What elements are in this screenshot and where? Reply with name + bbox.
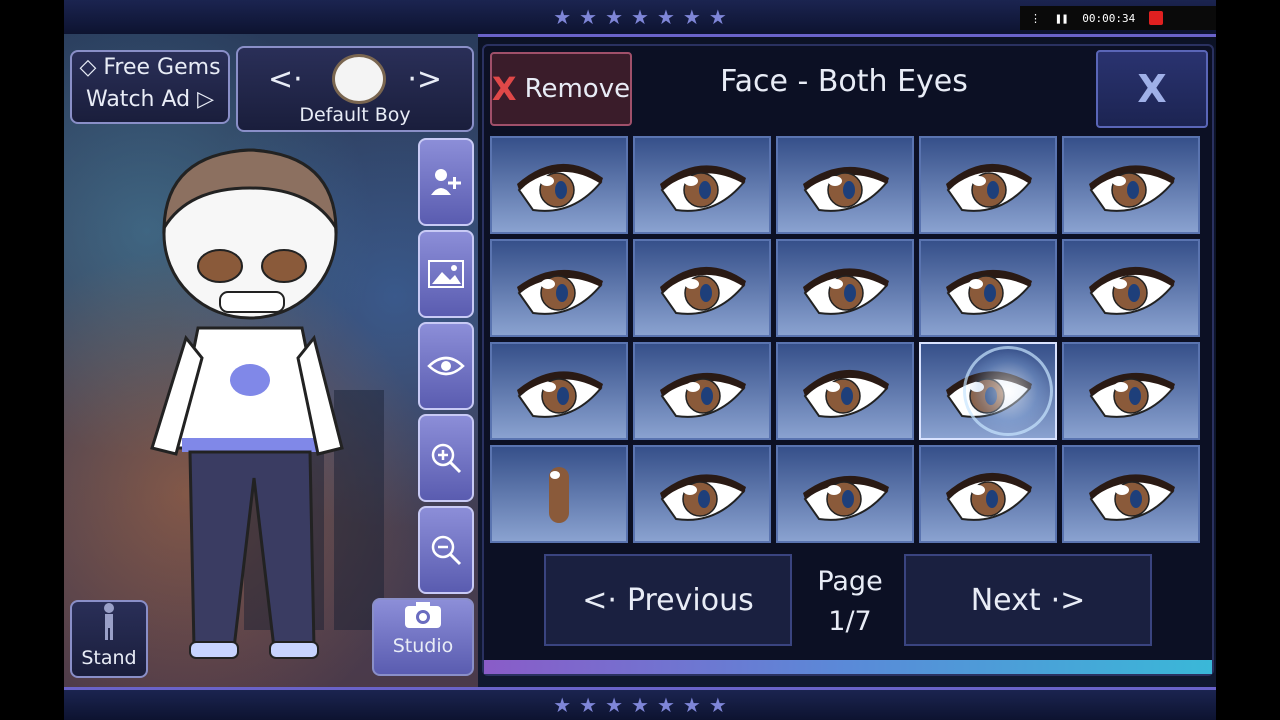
zoom-out-icon — [431, 535, 462, 566]
stand-pose-icon — [104, 603, 114, 640]
eye-style-icon — [1089, 372, 1175, 418]
camera-icon — [405, 602, 441, 628]
watch-ad-label: Watch Ad ▷ — [85, 87, 215, 112]
eye-option-tile[interactable] — [776, 445, 914, 543]
add-user-button[interactable] — [418, 138, 474, 226]
eye-style-icon — [803, 268, 889, 315]
eye-style-icon — [660, 165, 746, 212]
eye-style-icon — [660, 474, 746, 521]
page-label: Page — [817, 566, 883, 597]
eye-option-tile[interactable] — [919, 445, 1057, 543]
eye-style-icon — [946, 472, 1032, 521]
eye-style-icon — [803, 166, 889, 212]
character-figure[interactable] — [142, 148, 372, 668]
bottom-star-band: ★ ★ ★ ★ ★ ★ ★ — [64, 687, 1216, 720]
recorder-time: 00:00:34 — [1082, 11, 1136, 25]
eye-option-tile[interactable] — [919, 136, 1057, 234]
eye-option-tile[interactable] — [1062, 342, 1200, 440]
panel-header: X Remove Face - Both Eyes X — [484, 46, 1212, 130]
character-avatar — [332, 54, 386, 104]
eye-style-icon — [946, 269, 1032, 315]
remove-label: Remove — [524, 74, 631, 104]
character-selector: <· ·> Default Boy — [236, 46, 474, 132]
eye-style-icon — [517, 163, 603, 212]
panel-title: Face - Both Eyes — [720, 64, 968, 99]
eye-option-tile[interactable] — [633, 136, 771, 234]
chevron-right-icon: ·> — [1050, 582, 1086, 618]
eyes-selection-panel: X Remove Face - Both Eyes X <· Previous … — [482, 44, 1214, 676]
eye-style-icon — [946, 163, 1032, 212]
eye-option-tile[interactable] — [1062, 445, 1200, 543]
remove-x-icon: X — [491, 70, 517, 108]
eye-option-tile[interactable] — [633, 445, 771, 543]
eye-option-tile[interactable] — [633, 239, 771, 337]
eye-option-tile[interactable] — [490, 136, 628, 234]
eye-style-icon — [1089, 266, 1175, 315]
eye-option-tile[interactable] — [1062, 136, 1200, 234]
free-gems-button[interactable]: ◇ Free Gems Watch Ad ▷ — [70, 50, 230, 124]
previous-label: Previous — [626, 582, 754, 618]
eye-style-icon — [517, 269, 603, 315]
menu-dots-icon[interactable]: ⋮ — [1030, 12, 1041, 25]
stand-label: Stand — [81, 647, 137, 669]
eye-style-icon — [803, 475, 889, 521]
game-screen: ★ ★ ★ ★ ★ ★ ★ ⋮ ❚❚ 00:00:34 ◇ Free Gems Watch … — [64, 0, 1216, 720]
eye-style-icon — [660, 372, 746, 418]
eye-option-tile[interactable] — [776, 239, 914, 337]
zoom-out-button[interactable] — [418, 506, 474, 594]
studio-button[interactable]: Studio — [372, 598, 474, 676]
stand-button[interactable]: Stand — [70, 600, 148, 678]
zoom-in-button[interactable] — [418, 414, 474, 502]
studio-label: Studio — [392, 635, 454, 657]
prev-character-arrow-icon[interactable]: <· — [268, 62, 303, 97]
eye-style-icon — [517, 371, 603, 418]
next-page-button[interactable]: Next ·> — [904, 554, 1152, 646]
eye-option-tile[interactable] — [490, 445, 628, 543]
add-user-icon — [431, 169, 461, 195]
previous-page-button[interactable]: <· Previous — [544, 554, 792, 646]
visibility-button[interactable] — [418, 322, 474, 410]
pause-icon[interactable]: ❚❚ — [1055, 12, 1068, 25]
chevron-left-icon: <· — [582, 582, 617, 618]
screen-recorder-bar: ⋮ ❚❚ 00:00:34 — [1020, 6, 1216, 30]
remove-button[interactable]: X Remove — [490, 52, 632, 126]
eye-icon — [427, 356, 465, 376]
eye-style-icon — [1089, 474, 1175, 521]
eye-option-tile[interactable] — [633, 342, 771, 440]
eye-style-icon — [660, 266, 746, 315]
free-gems-label: Free Gems — [103, 55, 221, 80]
next-label: Next — [970, 582, 1041, 618]
eye-option-tile[interactable] — [490, 342, 628, 440]
page-value: 1/7 — [828, 606, 872, 637]
eye-option-tile[interactable] — [919, 239, 1057, 337]
panel-accent-stripe — [484, 660, 1212, 674]
eye-option-tile[interactable] — [490, 239, 628, 337]
character-name: Default Boy — [299, 104, 411, 126]
eye-option-tile[interactable] — [919, 342, 1057, 440]
eye-options-grid — [490, 136, 1202, 550]
close-icon: X — [1137, 67, 1167, 111]
eye-option-tile[interactable] — [776, 342, 914, 440]
eye-option-tile[interactable] — [1062, 239, 1200, 337]
gem-icon: ◇ — [79, 55, 97, 80]
close-button[interactable]: X — [1096, 50, 1208, 128]
page-indicator: Page 1/7 — [800, 562, 900, 642]
stop-record-icon[interactable] — [1149, 11, 1164, 25]
eye-style-icon — [1089, 165, 1175, 212]
zoom-in-icon — [431, 443, 462, 474]
next-character-arrow-icon[interactable]: ·> — [407, 62, 442, 97]
image-icon — [428, 260, 464, 288]
selection-highlight — [963, 346, 1053, 436]
eye-option-tile[interactable] — [776, 136, 914, 234]
eye-style-icon — [803, 369, 889, 418]
background-button[interactable] — [418, 230, 474, 318]
eye-style-icon — [549, 467, 569, 523]
